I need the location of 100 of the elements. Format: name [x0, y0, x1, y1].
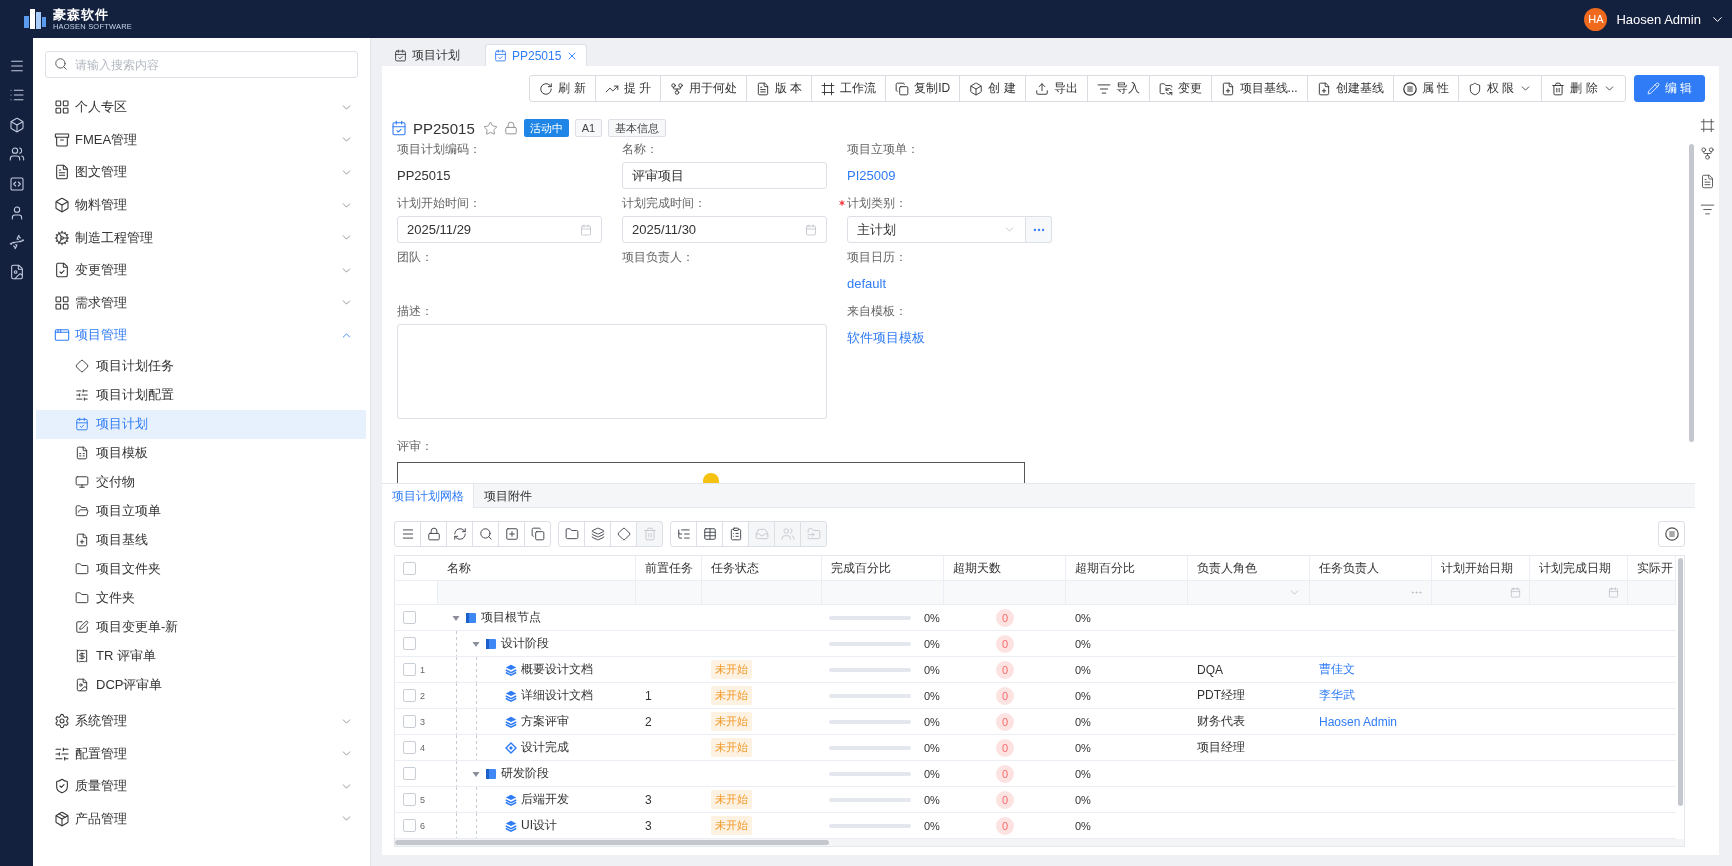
toolbar-button[interactable]: 创 建 — [959, 75, 1026, 102]
field-link[interactable]: 软件项目模板 — [847, 324, 925, 351]
column-header[interactable]: 完成百分比 — [822, 556, 944, 580]
task-name[interactable]: UI设计 — [521, 813, 557, 838]
tool-button[interactable] — [472, 521, 499, 547]
task-name[interactable]: 项目根节点 — [481, 605, 541, 630]
column-header[interactable]: 实际开 — [1628, 556, 1676, 580]
toolbar-button[interactable]: 工作流 — [811, 75, 887, 102]
menu-group[interactable]: 系统管理 — [36, 704, 366, 738]
toolbar-button[interactable]: 导入 — [1086, 75, 1150, 102]
select-all-checkbox[interactable] — [403, 561, 416, 575]
row-checkbox[interactable] — [403, 819, 416, 832]
menu-item[interactable]: DCP评审单 — [36, 670, 366, 700]
select-input[interactable]: 主计划 — [847, 216, 1026, 243]
menu-group[interactable]: 配置管理 — [36, 737, 366, 770]
date-input[interactable]: 2025/11/29 — [397, 216, 602, 243]
menu-item[interactable]: 项目计划配置 — [36, 380, 366, 410]
task-name[interactable]: 设计完成 — [521, 735, 569, 760]
description-field[interactable] — [397, 324, 827, 419]
caret-icon[interactable] — [472, 639, 480, 648]
caret-icon[interactable] — [472, 769, 480, 778]
tool-button[interactable] — [584, 521, 611, 547]
column-header[interactable]: 超期百分比 — [1066, 556, 1188, 580]
column-header[interactable]: 名称 — [438, 556, 636, 580]
owner-link[interactable]: Haosen Admin — [1319, 714, 1398, 729]
code-window-icon[interactable] — [8, 175, 25, 192]
row-checkbox[interactable] — [403, 611, 416, 624]
task-name[interactable]: 详细设计文档 — [521, 683, 593, 708]
toolbar-button[interactable]: 刷 新 — [529, 75, 596, 102]
scrollbar-thumb[interactable] — [1689, 144, 1694, 442]
toolbar-button[interactable]: 用于何处 — [659, 75, 747, 102]
star-icon[interactable] — [482, 120, 498, 136]
toolbar-button[interactable]: 复制ID — [885, 75, 961, 102]
task-name[interactable]: 研发阶段 — [501, 761, 549, 786]
menu-item[interactable]: 交付物 — [36, 467, 366, 497]
column-header[interactable]: 计划开始日期 — [1432, 556, 1530, 580]
menu-group[interactable]: 图文管理 — [36, 156, 366, 189]
scrollbar-thumb[interactable] — [395, 840, 829, 845]
menu-item[interactable]: 项目立项单 — [36, 496, 366, 526]
tool-button[interactable] — [394, 521, 421, 547]
toolbar-button[interactable]: 权 限 — [1457, 75, 1543, 102]
page-tab[interactable]: 项目计划 — [385, 44, 469, 66]
page-tab[interactable]: PP25015 — [485, 44, 588, 66]
owner-link[interactable]: 李华武 — [1319, 687, 1355, 704]
row-checkbox[interactable] — [403, 637, 416, 650]
menu-item[interactable]: 项目变更单-新 — [36, 612, 366, 642]
toolbar-button[interactable]: 创建基线 — [1306, 75, 1394, 102]
filter-field[interactable] — [1310, 581, 1432, 604]
text-input[interactable]: 评审项目 — [622, 162, 827, 189]
user-name[interactable]: Haosen Admin — [1616, 11, 1701, 27]
users-icon[interactable] — [8, 146, 25, 163]
edit-button[interactable]: 编 辑 — [1633, 75, 1705, 102]
filter-field[interactable] — [1530, 581, 1628, 604]
menu-icon[interactable] — [8, 58, 25, 74]
menu-group[interactable]: 变更管理 — [36, 253, 366, 287]
tool-button[interactable] — [524, 521, 551, 547]
toolbar-button[interactable]: 提 升 — [594, 75, 661, 102]
toolbar-button[interactable]: 变更 — [1148, 75, 1212, 102]
column-settings-button[interactable] — [1658, 521, 1685, 547]
dna-icon[interactable] — [8, 234, 25, 251]
toolbar-button[interactable]: 版 本 — [745, 75, 813, 102]
column-header[interactable]: 任务负责人 — [1310, 556, 1432, 580]
tool-button[interactable] — [610, 521, 637, 547]
row-checkbox[interactable] — [403, 715, 416, 728]
search-field[interactable]: 请输入搜索内容 — [45, 51, 358, 78]
tool-button[interactable] — [420, 521, 447, 547]
menu-group[interactable]: 项目管理 — [36, 319, 366, 352]
field-link[interactable]: default — [847, 270, 887, 297]
tool-button[interactable] — [670, 521, 697, 547]
task-name[interactable]: 设计阶段 — [501, 631, 549, 656]
menu-item[interactable]: 文件夹 — [36, 583, 366, 613]
row-checkbox[interactable] — [403, 741, 416, 754]
tool-button[interactable] — [498, 521, 525, 547]
scrollbar-thumb[interactable] — [1678, 558, 1683, 806]
tool-button[interactable] — [558, 521, 585, 547]
menu-item[interactable]: 项目文件夹 — [36, 554, 366, 584]
toolbar-button[interactable]: 删 除 — [1541, 75, 1626, 102]
filter-field[interactable] — [1188, 581, 1310, 604]
menu-group[interactable]: 个人专区 — [36, 91, 366, 124]
grid-tab[interactable]: 项目附件 — [474, 484, 542, 508]
task-name[interactable]: 方案评审 — [521, 709, 569, 734]
frame-icon[interactable] — [1699, 118, 1715, 133]
menu-group[interactable]: 质量管理 — [36, 769, 366, 803]
menu-group[interactable]: 需求管理 — [36, 286, 366, 320]
task-name[interactable]: 概要设计文档 — [521, 657, 593, 682]
filter-list-icon[interactable] — [1699, 202, 1715, 217]
document-icon[interactable] — [1699, 174, 1715, 189]
row-checkbox[interactable] — [403, 793, 416, 806]
column-header[interactable]: 任务状态 — [702, 556, 822, 580]
tool-button[interactable] — [696, 521, 723, 547]
fork-icon[interactable] — [1699, 146, 1715, 161]
task-name[interactable]: 后端开发 — [521, 787, 569, 812]
tool-button[interactable] — [722, 521, 749, 547]
menu-group[interactable]: FMEA管理 — [36, 123, 366, 157]
row-checkbox[interactable] — [403, 663, 416, 676]
file-image-icon[interactable] — [8, 263, 25, 280]
menu-item[interactable]: 项目模板 — [36, 438, 366, 468]
column-header[interactable]: 计划完成日期 — [1530, 556, 1628, 580]
toolbar-button[interactable]: 导出 — [1024, 75, 1088, 102]
filter-field[interactable] — [1432, 581, 1530, 604]
